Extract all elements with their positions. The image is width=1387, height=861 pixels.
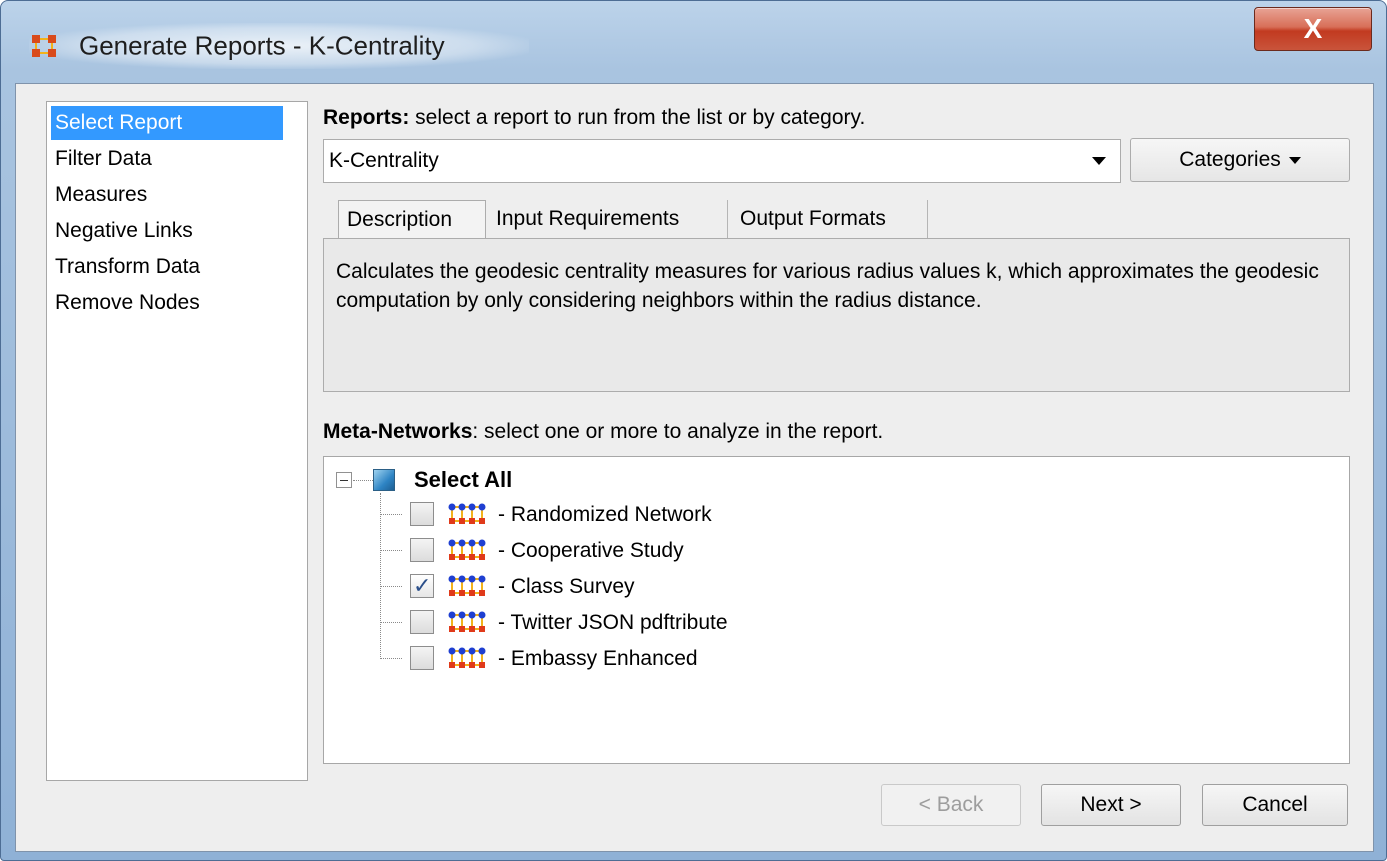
tree-row-twitter-json: - Twitter JSON pdftribute: [380, 605, 1280, 641]
nav-item-remove-nodes[interactable]: Remove Nodes: [51, 286, 283, 320]
cancel-button[interactable]: Cancel: [1202, 784, 1348, 826]
reports-label: Reports:: [323, 106, 410, 129]
generate-reports-window: Generate Reports - K-Centrality X Select…: [0, 0, 1387, 861]
tab-output-formats[interactable]: Output Formats: [732, 200, 928, 238]
tree-connector: [380, 586, 402, 587]
checkmark-icon: ✓: [413, 573, 432, 598]
step-list: Select Report Filter Data Measures Negat…: [46, 101, 308, 781]
tree-row-embassy-enhanced: - Embassy Enhanced: [380, 641, 1280, 677]
checkbox-embassy-enhanced[interactable]: [410, 646, 434, 670]
tree-row-randomized-network: - Randomized Network: [380, 497, 1280, 533]
caret-down-icon: [1288, 156, 1301, 164]
checkbox-randomized-network[interactable]: [410, 502, 434, 526]
meta-network-label: - Randomized Network: [498, 503, 712, 526]
back-button[interactable]: < Back: [881, 784, 1021, 826]
meta-networks-label: Meta-Networks: [323, 420, 473, 443]
nav-item-transform-data[interactable]: Transform Data: [51, 250, 283, 284]
meta-network-icon: [448, 611, 486, 632]
reports-heading: Reports: select a report to run from the…: [323, 106, 865, 130]
nav-item-measures[interactable]: Measures: [51, 178, 283, 212]
checkbox-twitter-json[interactable]: [410, 610, 434, 634]
report-select-value: K-Centrality: [329, 149, 439, 172]
window-title: Generate Reports - K-Centrality: [79, 30, 445, 61]
categories-label: Categories: [1179, 148, 1281, 171]
dropdown-arrow-icon: [1092, 157, 1106, 165]
meta-network-label: - Twitter JSON pdftribute: [498, 611, 728, 634]
tree-connector: [380, 658, 402, 659]
tab-description[interactable]: Description: [338, 200, 486, 240]
tab-input-requirements[interactable]: Input Requirements: [488, 200, 728, 238]
categories-button[interactable]: Categories: [1130, 138, 1350, 182]
dialog-content: Select Report Filter Data Measures Negat…: [15, 83, 1374, 852]
checkbox-cooperative-study[interactable]: [410, 538, 434, 562]
meta-networks-hint: : select one or more to analyze in the r…: [472, 420, 884, 443]
description-panel: Calculates the geodesic centrality measu…: [323, 238, 1350, 392]
meta-networks-heading: Meta-Networks: select one or more to ana…: [323, 420, 883, 444]
tree-connector: [380, 622, 402, 623]
select-all-checkbox[interactable]: [373, 469, 395, 491]
tree-connector: [353, 480, 373, 481]
meta-network-icon: [448, 647, 486, 668]
nav-item-select-report[interactable]: Select Report: [51, 106, 283, 140]
meta-network-icon: [448, 539, 486, 560]
select-all-label: Select All: [414, 467, 513, 492]
app-icon: [32, 35, 56, 57]
description-text: Calculates the geodesic centrality measu…: [336, 260, 1319, 312]
meta-network-label: - Cooperative Study: [498, 539, 684, 562]
meta-network-label: - Class Survey: [498, 575, 635, 598]
nav-item-filter-data[interactable]: Filter Data: [51, 142, 283, 176]
close-button[interactable]: X: [1254, 7, 1372, 51]
title-bar[interactable]: Generate Reports - K-Centrality X: [1, 1, 1386, 73]
meta-network-icon: [448, 503, 486, 524]
tree-connector: [380, 514, 402, 515]
tree-row-cooperative-study: - Cooperative Study: [380, 533, 1280, 569]
nav-item-negative-links[interactable]: Negative Links: [51, 214, 283, 248]
collapse-icon[interactable]: [336, 472, 352, 488]
meta-network-tree: Select All - Randomized Network - Cooper…: [323, 456, 1350, 764]
reports-hint: select a report to run from the list or …: [409, 106, 866, 129]
next-button[interactable]: Next >: [1041, 784, 1181, 826]
meta-network-label: - Embassy Enhanced: [498, 647, 698, 670]
tree-row-class-survey: ✓ - Class Survey: [380, 569, 1280, 605]
tree-connector: [380, 550, 402, 551]
report-select[interactable]: K-Centrality: [323, 139, 1121, 183]
meta-network-icon: [448, 575, 486, 596]
checkbox-class-survey[interactable]: ✓: [410, 573, 434, 598]
